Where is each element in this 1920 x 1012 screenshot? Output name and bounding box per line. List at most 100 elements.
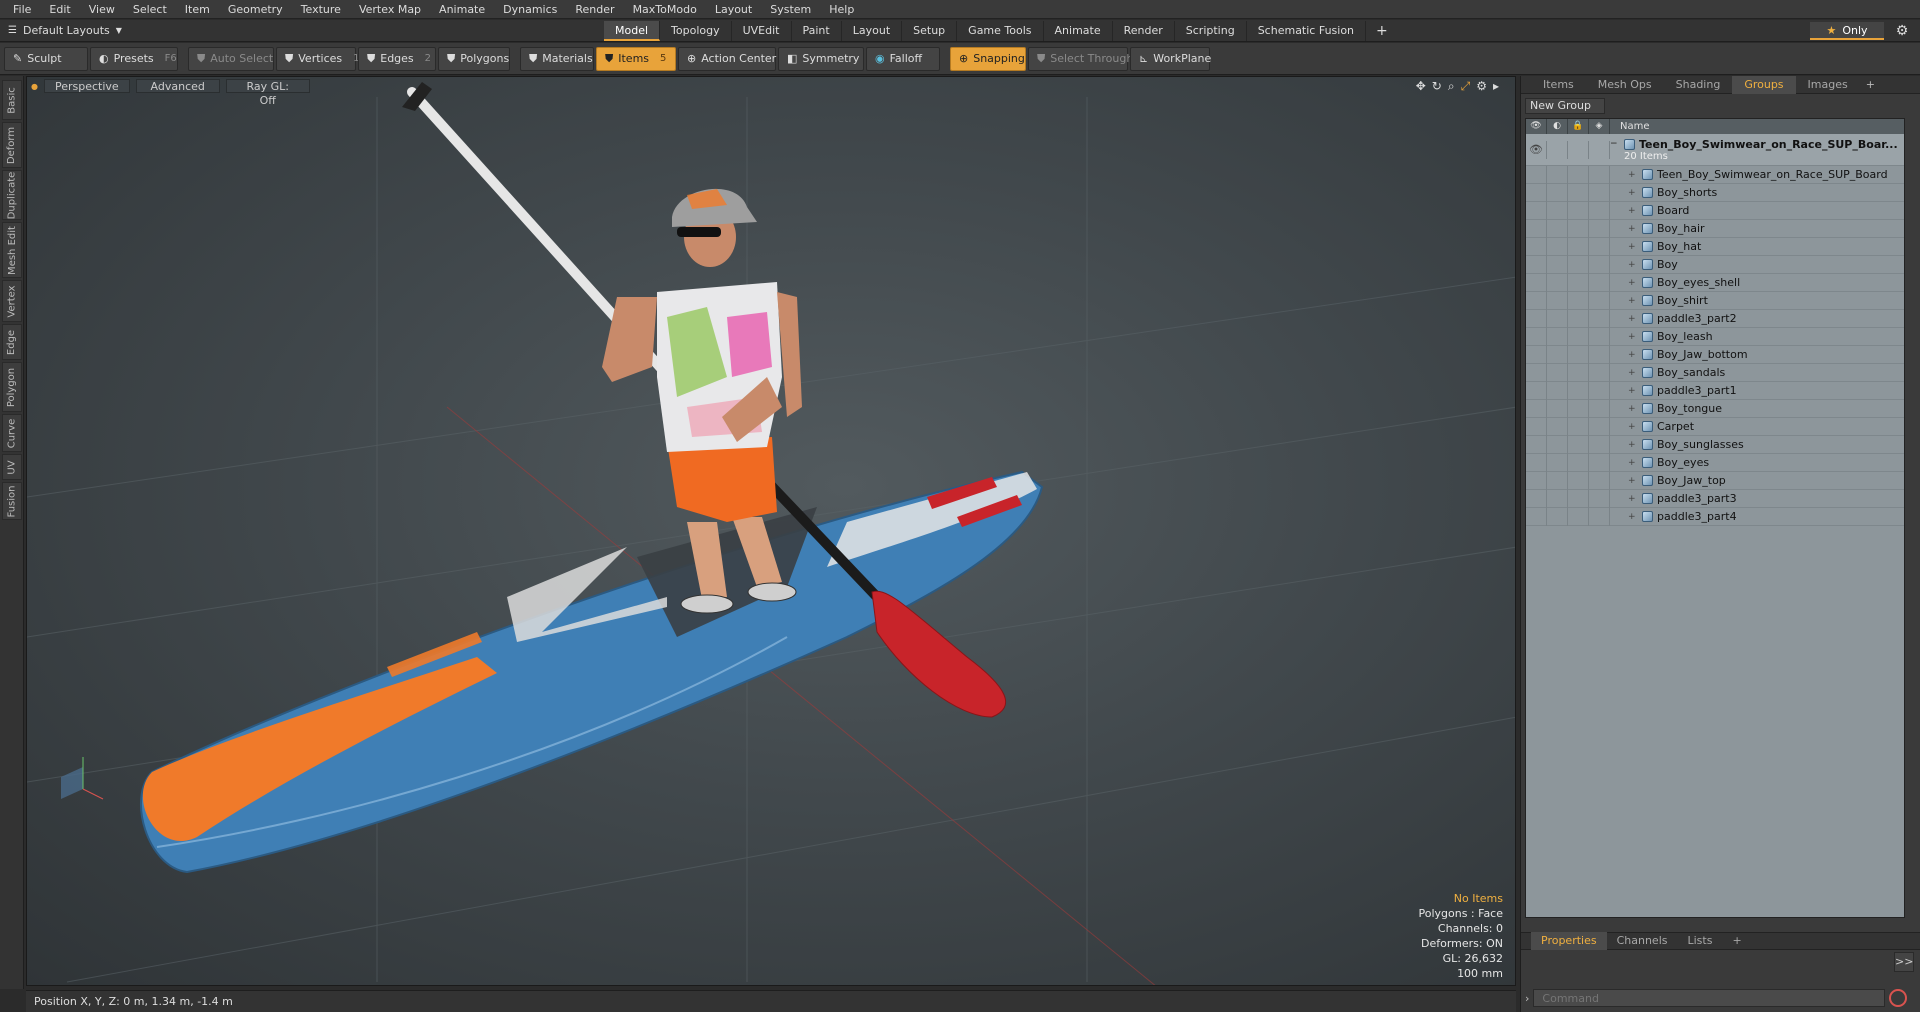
left-tab-uv[interactable]: UV (2, 454, 22, 480)
render-icon[interactable] (1547, 140, 1568, 159)
layout-tab-uvedit[interactable]: UVEdit (732, 21, 792, 41)
list-item[interactable]: + Boy_eyes (1526, 453, 1904, 472)
row-column-cell[interactable] (1526, 363, 1547, 382)
gear-icon[interactable]: ⚙ (1894, 23, 1910, 39)
polygons-button[interactable]: ⛊ Polygons (438, 46, 510, 71)
list-item[interactable]: + Boy_sandals (1526, 363, 1904, 382)
menu-item-animate[interactable]: Animate (430, 0, 494, 19)
bottom-tab-lists[interactable]: Lists (1678, 932, 1723, 950)
row-column-cell[interactable] (1589, 165, 1610, 184)
expand-icon[interactable]: + (1628, 350, 1638, 360)
layout-selector[interactable]: ☰ Default Layouts ▼ (0, 24, 130, 37)
row-column-cell[interactable] (1589, 201, 1610, 220)
layout-tab-render[interactable]: Render (1113, 21, 1175, 41)
left-tab-vertex[interactable]: Vertex (2, 280, 22, 322)
menu-item-render[interactable]: Render (566, 0, 623, 19)
menu-item-select[interactable]: Select (124, 0, 176, 19)
list-item[interactable]: + paddle3_part4 (1526, 507, 1904, 526)
items-button[interactable]: ⛊ Items 5 (596, 46, 676, 71)
add-bottom-tab-icon[interactable]: + (1722, 932, 1751, 950)
group-row[interactable]: 👁 − Teen_Boy_Swimwear_on_Race_SUP_Boar...… (1526, 134, 1904, 166)
row-column-cell[interactable] (1589, 471, 1610, 490)
row-column-cell[interactable] (1568, 165, 1589, 184)
rotate-icon[interactable]: ↻ (1432, 79, 1442, 94)
expand-icon[interactable]: + (1628, 314, 1638, 324)
row-column-cell[interactable] (1568, 507, 1589, 526)
left-tab-mesh-edit[interactable]: Mesh Edit (2, 222, 22, 278)
row-column-cell[interactable] (1568, 273, 1589, 292)
row-column-cell[interactable] (1526, 219, 1547, 238)
row-column-cell[interactable] (1568, 345, 1589, 364)
row-column-cell[interactable] (1589, 507, 1610, 526)
settings-icon[interactable]: ⚙ (1476, 79, 1487, 94)
list-item[interactable]: + Boy_shorts (1526, 183, 1904, 202)
row-column-cell[interactable] (1526, 291, 1547, 310)
row-column-cell[interactable] (1568, 435, 1589, 454)
row-column-cell[interactable] (1568, 381, 1589, 400)
row-column-cell[interactable] (1568, 363, 1589, 382)
list-item[interactable]: + Carpet (1526, 417, 1904, 436)
maximize-icon[interactable]: ⤢ (1461, 79, 1471, 94)
expand-icon[interactable]: + (1628, 296, 1638, 306)
row-column-cell[interactable] (1589, 453, 1610, 472)
add-layout-tab-icon[interactable]: + (1366, 23, 1398, 39)
row-column-cell[interactable] (1547, 327, 1568, 346)
list-item[interactable]: + Boy_Jaw_bottom (1526, 345, 1904, 364)
menu-item-maxtomodo[interactable]: MaxToModo (624, 0, 706, 19)
row-column-cell[interactable] (1589, 363, 1610, 382)
row-column-cell[interactable] (1547, 309, 1568, 328)
list-item[interactable]: + Boy_hair (1526, 219, 1904, 238)
row-column-cell[interactable] (1547, 453, 1568, 472)
new-group-button[interactable]: New Group (1525, 98, 1605, 114)
edges-button[interactable]: ⛊ Edges 2 (358, 46, 436, 71)
command-input[interactable] (1533, 989, 1886, 1007)
row-column-cell[interactable] (1526, 255, 1547, 274)
menu-item-help[interactable]: Help (820, 0, 863, 19)
expand-icon[interactable]: + (1628, 170, 1638, 180)
row-column-cell[interactable] (1526, 237, 1547, 256)
row-column-cell[interactable] (1526, 471, 1547, 490)
row-column-cell[interactable] (1526, 327, 1547, 346)
expand-icon[interactable]: + (1628, 368, 1638, 378)
list-item[interactable]: + paddle3_part2 (1526, 309, 1904, 328)
row-column-cell[interactable] (1568, 183, 1589, 202)
row-column-cell[interactable] (1526, 453, 1547, 472)
layout-tab-schematic-fusion[interactable]: Schematic Fusion (1247, 21, 1367, 41)
row-column-cell[interactable] (1589, 345, 1610, 364)
list-item[interactable]: + paddle3_part1 (1526, 381, 1904, 400)
expand-icon[interactable]: + (1628, 188, 1638, 198)
lock-checkbox[interactable] (1568, 140, 1589, 159)
render-column-icon[interactable]: ◐ (1547, 119, 1568, 134)
materials-button[interactable]: ⛊ Materials (520, 46, 594, 71)
3d-viewport[interactable]: ● Perspective Advanced Ray GL: Off ✥ ↻ ⌕… (26, 76, 1516, 986)
row-column-cell[interactable] (1547, 471, 1568, 490)
row-column-cell[interactable] (1526, 183, 1547, 202)
right-tab-groups[interactable]: Groups (1732, 75, 1796, 94)
row-column-cell[interactable] (1526, 165, 1547, 184)
expand-icon[interactable]: + (1628, 386, 1638, 396)
arrow-right-icon[interactable]: ▸ (1493, 79, 1499, 94)
row-column-cell[interactable] (1589, 489, 1610, 508)
list-item[interactable]: + Teen_Boy_Swimwear_on_Race_SUP_Board (1526, 165, 1904, 184)
row-column-cell[interactable] (1589, 327, 1610, 346)
menu-item-texture[interactable]: Texture (292, 0, 350, 19)
list-item[interactable]: + Boy_eyes_shell (1526, 273, 1904, 292)
only-button[interactable]: ★ Only (1810, 22, 1884, 40)
right-tab-shading[interactable]: Shading (1664, 76, 1733, 94)
left-tab-deform[interactable]: Deform (2, 122, 22, 168)
row-column-cell[interactable] (1547, 165, 1568, 184)
row-column-cell[interactable] (1526, 273, 1547, 292)
stop-icon[interactable] (1889, 989, 1908, 1007)
row-column-cell[interactable] (1589, 399, 1610, 418)
expand-icon[interactable]: + (1628, 206, 1638, 216)
row-column-cell[interactable] (1547, 435, 1568, 454)
row-column-cell[interactable] (1589, 435, 1610, 454)
row-column-cell[interactable] (1568, 255, 1589, 274)
row-column-cell[interactable] (1589, 381, 1610, 400)
row-column-cell[interactable] (1526, 507, 1547, 526)
layout-tab-setup[interactable]: Setup (902, 21, 958, 41)
row-column-cell[interactable] (1547, 237, 1568, 256)
expand-icon[interactable]: + (1628, 422, 1638, 432)
select-column-icon[interactable]: ◈ (1589, 119, 1610, 134)
auto-select-button[interactable]: ⛊ Auto Select (188, 46, 274, 71)
